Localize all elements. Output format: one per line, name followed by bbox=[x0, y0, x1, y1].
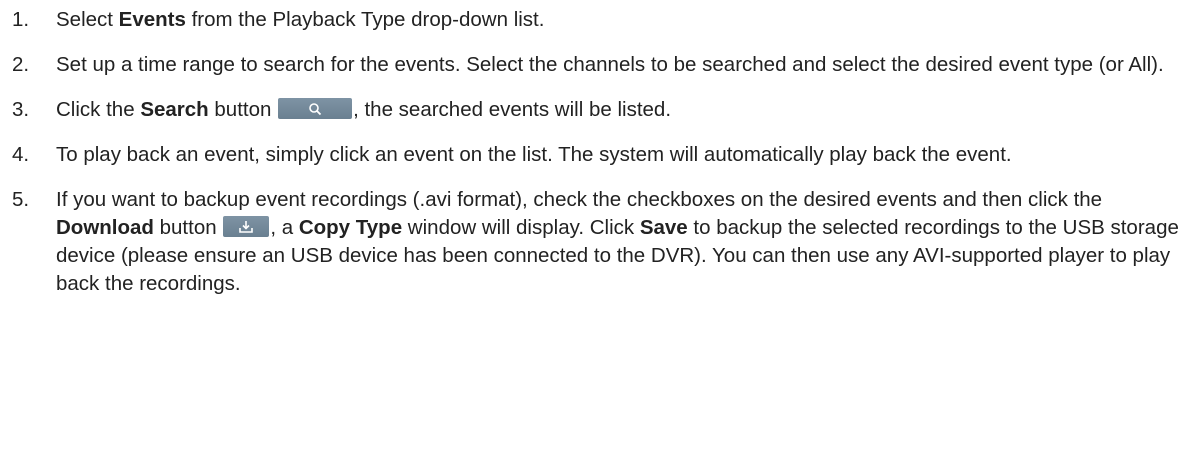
bold-term-search: Search bbox=[140, 98, 209, 121]
step-text: , the searched events will be listed. bbox=[353, 98, 672, 121]
step-number: 4. bbox=[12, 143, 30, 166]
instruction-list: 1. Select Events from the Playback Type … bbox=[0, 0, 1194, 298]
download-button-image bbox=[223, 216, 270, 237]
step-text: Click the bbox=[56, 98, 141, 121]
step-1: 1. Select Events from the Playback Type … bbox=[12, 6, 1186, 34]
bold-term-download: Download bbox=[56, 216, 154, 239]
step-text: button bbox=[153, 216, 223, 239]
step-text: Select bbox=[56, 8, 119, 31]
step-text: To play back an event, simply click an e… bbox=[56, 143, 1012, 166]
step-number: 1. bbox=[12, 8, 30, 31]
step-number: 3. bbox=[12, 98, 30, 121]
search-icon bbox=[309, 102, 322, 115]
step-text: If you want to backup event recordings (… bbox=[56, 188, 1103, 211]
step-number: 5. bbox=[12, 188, 30, 211]
step-text: button bbox=[208, 98, 278, 121]
search-button-image bbox=[278, 98, 353, 119]
bold-term-save: Save bbox=[639, 216, 688, 239]
step-2: 2. Set up a time range to search for the… bbox=[12, 51, 1186, 79]
step-3: 3. Click the Search button , the searche… bbox=[12, 96, 1186, 124]
step-text: from the Playback Type drop-down list. bbox=[185, 8, 545, 31]
bold-term-events: Events bbox=[118, 8, 186, 31]
step-text: Set up a time range to search for the ev… bbox=[56, 53, 1164, 76]
step-5: 5. If you want to backup event recording… bbox=[12, 186, 1186, 298]
bold-term-copy-type: Copy Type bbox=[298, 216, 403, 239]
step-number: 2. bbox=[12, 53, 30, 76]
step-text: window will display. Click bbox=[402, 216, 640, 239]
step-4: 4. To play back an event, simply click a… bbox=[12, 141, 1186, 169]
step-text: , a bbox=[270, 216, 299, 239]
download-icon bbox=[239, 220, 254, 233]
